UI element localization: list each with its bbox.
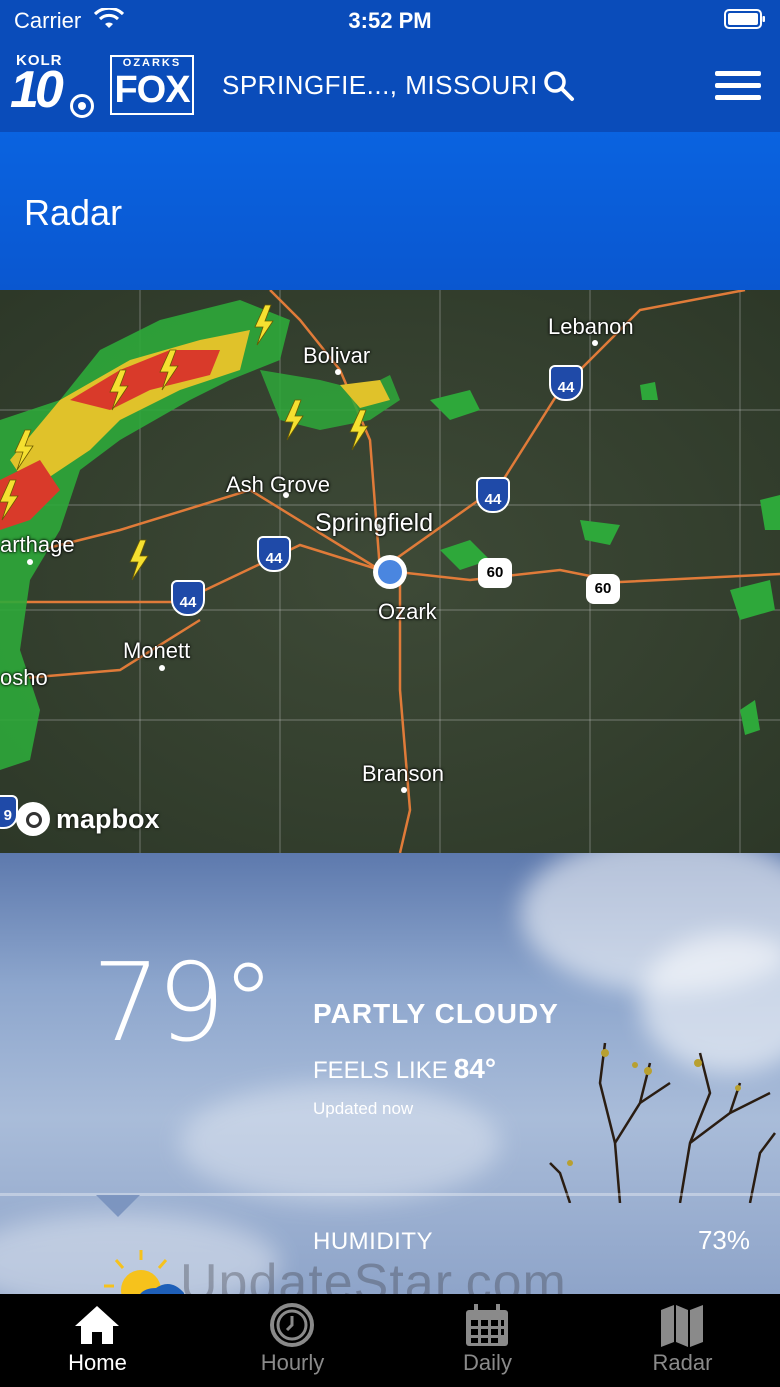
location-label[interactable]: SPRINGFIE..., MISSOURI bbox=[222, 70, 538, 101]
city-ash-grove: Ash Grove bbox=[226, 472, 330, 497]
mapbox-logo-icon bbox=[16, 802, 50, 836]
tab-label: Radar bbox=[652, 1350, 713, 1375]
shield-number: 60 bbox=[594, 580, 612, 597]
calendar-icon bbox=[466, 1304, 508, 1346]
shield-number: 44 bbox=[265, 550, 283, 567]
shield-i44-3: 44 bbox=[257, 536, 291, 572]
feels-like-value: 84° bbox=[453, 1053, 497, 1084]
tree-branches-image bbox=[549, 1042, 776, 1203]
shield-number: 44 bbox=[557, 379, 575, 396]
logo-kolr-number: 10 bbox=[10, 61, 64, 119]
hamburger-menu-icon[interactable] bbox=[715, 70, 763, 102]
feels-like: FEELS LIKE 84° bbox=[313, 1053, 496, 1085]
tab-home[interactable]: Home bbox=[0, 1294, 195, 1387]
condition-label: PARTLY CLOUDY bbox=[313, 998, 559, 1029]
section-header: Radar bbox=[0, 132, 780, 290]
logo-fox-main: FOX bbox=[114, 69, 190, 111]
shield-i44-1: 44 bbox=[549, 365, 583, 401]
city-bolivar: Bolivar bbox=[303, 343, 371, 368]
mapbox-label: mapbox bbox=[56, 803, 160, 834]
city-branson: Branson bbox=[362, 761, 444, 786]
home-icon bbox=[75, 1306, 119, 1344]
humidity-label: HUMIDITY bbox=[313, 1228, 433, 1255]
detail-caret bbox=[96, 1195, 140, 1217]
updated-timestamp: Updated now bbox=[313, 1099, 414, 1118]
app-header: KOLR 10 OZARKS FOX SPRINGFIE..., MISSOUR… bbox=[0, 40, 780, 132]
tab-label: Daily bbox=[463, 1350, 512, 1375]
partly-cloudy-icon bbox=[104, 1250, 184, 1294]
shield-i44-2: 44 bbox=[476, 477, 510, 513]
battery-icon bbox=[724, 9, 765, 29]
shield-number: 44 bbox=[179, 594, 197, 611]
city-springfield: Springfield bbox=[315, 509, 434, 537]
current-temperature: 79° bbox=[92, 941, 275, 1066]
city-ozark: Ozark bbox=[378, 599, 437, 624]
tab-label: Home bbox=[68, 1350, 127, 1375]
shield-us60-2: 60 bbox=[586, 574, 620, 604]
tab-daily[interactable]: Daily bbox=[390, 1294, 585, 1387]
search-icon[interactable] bbox=[543, 70, 575, 102]
clock-icon bbox=[270, 1303, 314, 1347]
shield-number: 9 bbox=[3, 807, 12, 824]
shield-us60-1: 60 bbox=[478, 558, 512, 588]
tab-hourly[interactable]: Hourly bbox=[195, 1294, 390, 1387]
shield-i44-4: 44 bbox=[171, 580, 205, 616]
city-monett: Monett bbox=[123, 638, 191, 663]
city-neosho: osho bbox=[0, 665, 48, 690]
shield-number: 44 bbox=[484, 491, 502, 508]
watermark-text: UpdateStar.com bbox=[180, 1254, 567, 1294]
tab-label: Hourly bbox=[260, 1350, 325, 1375]
shield-number: 60 bbox=[486, 564, 504, 581]
radar-map[interactable]: 44 44 44 44 60 60 9 Lebanon Bolivar Ash … bbox=[0, 290, 780, 853]
status-bar: Carrier 3:52 PM bbox=[0, 0, 780, 40]
page-title: Radar bbox=[24, 192, 123, 233]
kolr10-logo[interactable]: KOLR 10 bbox=[10, 52, 94, 119]
humidity-value: 73% bbox=[697, 1225, 750, 1255]
cbs-eye-icon bbox=[70, 94, 94, 118]
feels-like-label: FEELS LIKE bbox=[313, 1057, 448, 1084]
map-icon bbox=[661, 1305, 703, 1347]
status-time: 3:52 PM bbox=[348, 8, 432, 33]
bottom-tab-bar: Home Hourly Daily Radar bbox=[0, 1294, 780, 1387]
city-lebanon: Lebanon bbox=[548, 314, 634, 339]
tab-radar[interactable]: Radar bbox=[585, 1294, 780, 1387]
logo-fox-top: OZARKS bbox=[122, 57, 182, 69]
current-conditions: 79° PARTLY CLOUDY FEELS LIKE 84° Updated … bbox=[0, 853, 780, 1294]
mapbox-attribution[interactable]: mapbox bbox=[16, 802, 160, 836]
city-carthage: arthage bbox=[0, 532, 75, 557]
ozarks-fox-logo[interactable]: OZARKS FOX bbox=[110, 55, 194, 115]
